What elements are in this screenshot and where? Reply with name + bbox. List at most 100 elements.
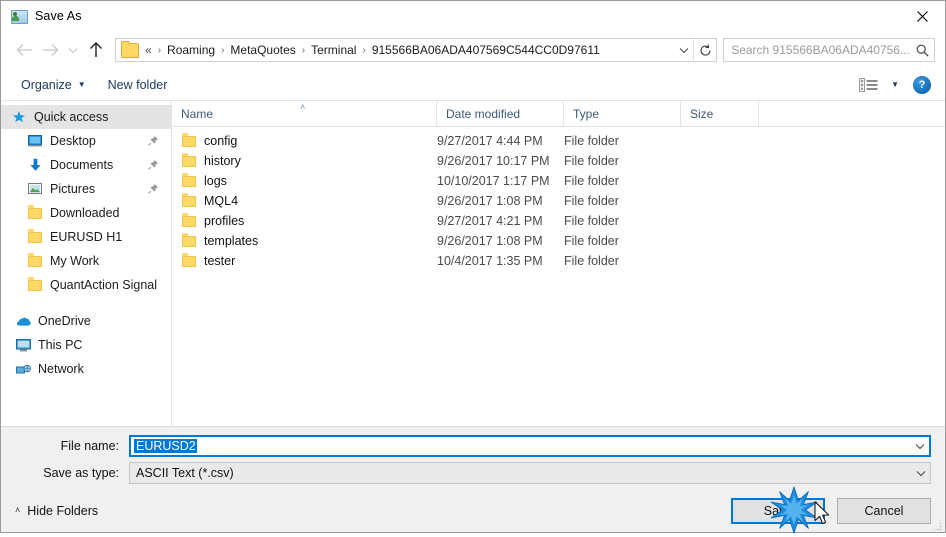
folder-icon	[182, 153, 196, 167]
address-chevron-down-icon[interactable]	[675, 39, 693, 61]
this-pc-icon	[15, 337, 31, 353]
sidebar-item-desktop[interactable]: Desktop	[1, 129, 171, 153]
forward-button[interactable]	[37, 37, 63, 63]
resize-grip-icon[interactable]	[932, 520, 942, 531]
file-name-cell: logs	[172, 173, 437, 188]
sidebar-item-my-work[interactable]: My Work	[1, 249, 171, 273]
column-header-label: Name	[181, 106, 214, 121]
title-bar: Save As	[1, 1, 945, 31]
sidebar-item-pictures[interactable]: Pictures	[1, 177, 171, 201]
folder-icon	[121, 40, 139, 58]
view-layout-icon[interactable]	[859, 77, 881, 93]
table-row[interactable]: tester 10/4/2017 1:35 PM File folder	[172, 251, 945, 271]
breadcrumb-prefix[interactable]: «	[145, 43, 154, 57]
file-name: logs	[204, 174, 227, 188]
new-folder-button[interactable]: New folder	[102, 75, 174, 95]
folder-icon	[27, 229, 43, 245]
folder-icon	[182, 173, 196, 187]
breadcrumb-item-terminal-id[interactable]: 915566BA06ADA407569C544CC0D97611	[370, 43, 602, 57]
file-name: templates	[204, 234, 259, 248]
search-input[interactable]: Search 915566BA06ADA40756...	[724, 43, 910, 57]
close-icon[interactable]	[899, 1, 945, 31]
file-name-input[interactable]: EURUSD2	[129, 435, 931, 457]
up-one-level-button[interactable]	[83, 37, 109, 63]
cancel-button[interactable]: Cancel	[837, 497, 931, 524]
save-as-folder-person-icon	[11, 8, 28, 24]
pictures-icon	[27, 181, 43, 197]
column-header-label: Date modified	[446, 106, 521, 121]
file-type-cell: File folder	[564, 174, 619, 188]
table-row[interactable]: logs 10/10/2017 1:17 PM File folder	[172, 171, 945, 191]
file-name-value[interactable]: EURUSD2	[131, 439, 911, 453]
documents-download-icon	[27, 157, 43, 173]
recent-locations-chevron-down-icon[interactable]	[63, 37, 83, 63]
column-header-date-modified[interactable]: Date modified	[437, 101, 564, 126]
refresh-icon[interactable]	[694, 39, 716, 61]
breadcrumb-item-roaming[interactable]: Roaming	[165, 43, 217, 57]
file-list-pane: Name ˄ Date modified Type Size config 9/…	[172, 101, 945, 426]
chevron-down-icon: ▼	[77, 79, 86, 89]
save-as-type-row: Save as type: ASCII Text (*.csv)	[15, 462, 931, 484]
breadcrumb-item-terminal[interactable]: Terminal	[309, 43, 358, 57]
sidebar-item-label: My Work	[50, 254, 100, 268]
search-icon	[910, 39, 934, 61]
save-as-type-value: ASCII Text (*.csv)	[136, 466, 234, 480]
sidebar-item-eurusd-h1[interactable]: EURUSD H1	[1, 225, 171, 249]
view-chevron-down-icon[interactable]: ▼	[891, 80, 899, 89]
hide-folders-button[interactable]: ˄ Hide Folders	[15, 504, 98, 518]
table-row[interactable]: history 9/26/2017 10:17 PM File folder	[172, 151, 945, 171]
sidebar-item-quantaction-signal[interactable]: QuantAction Signal	[1, 273, 171, 297]
folder-icon	[182, 133, 196, 147]
back-button[interactable]	[11, 37, 37, 63]
column-header-type[interactable]: Type	[564, 101, 681, 126]
sort-ascending-icon: ˄	[300, 102, 306, 112]
save-as-type-select[interactable]: ASCII Text (*.csv)	[129, 462, 931, 484]
pin-icon[interactable]	[148, 183, 159, 194]
file-date-cell: 9/26/2017 1:08 PM	[437, 234, 543, 248]
file-rows: config 9/27/2017 4:44 PM File folder his…	[172, 127, 945, 426]
new-folder-label: New folder	[107, 77, 168, 92]
file-name: config	[204, 134, 238, 148]
sidebar-item-downloaded[interactable]: Downloaded	[1, 201, 171, 225]
table-row[interactable]: config 9/27/2017 4:44 PM File folder	[172, 131, 945, 151]
file-date-cell: 9/26/2017 1:08 PM	[437, 194, 543, 208]
dialog-body: Quick access Desktop Documents Pictures …	[1, 101, 945, 426]
file-name: MQL4	[204, 194, 239, 208]
file-name-cell: MQL4	[172, 193, 437, 208]
sidebar-item-this-pc[interactable]: This PC	[1, 333, 171, 357]
table-row[interactable]: MQL4 9/26/2017 1:08 PM File folder	[172, 191, 945, 211]
navigation-pane: Quick access Desktop Documents Pictures …	[1, 101, 172, 426]
pin-icon[interactable]	[148, 159, 159, 170]
column-header-name[interactable]: Name ˄	[172, 101, 437, 126]
save-button[interactable]: Save	[731, 497, 825, 524]
file-name: profiles	[204, 214, 245, 228]
sidebar-item-onedrive[interactable]: OneDrive	[1, 309, 171, 333]
sidebar-item-label: EURUSD H1	[50, 230, 123, 244]
column-header-size[interactable]: Size	[681, 101, 759, 126]
sidebar-item-label: Network	[38, 362, 84, 376]
organize-button[interactable]: Organize ▼	[15, 75, 92, 95]
onedrive-cloud-icon	[15, 313, 31, 329]
file-type-cell: File folder	[564, 214, 619, 228]
sidebar-item-network[interactable]: Network	[1, 357, 171, 381]
table-row[interactable]: profiles 9/27/2017 4:21 PM File folder	[172, 211, 945, 231]
search-box[interactable]: Search 915566BA06ADA40756...	[723, 38, 935, 62]
sidebar-item-documents[interactable]: Documents	[1, 153, 171, 177]
file-type-cell: File folder	[564, 154, 619, 168]
table-row[interactable]: templates 9/26/2017 1:08 PM File folder	[172, 231, 945, 251]
file-date-cell: 10/4/2017 1:35 PM	[437, 254, 543, 268]
address-bar[interactable]: « › Roaming › MetaQuotes › Terminal › 91…	[115, 38, 718, 62]
breadcrumb-item-metaquotes[interactable]: MetaQuotes	[228, 43, 297, 57]
column-header-filler	[759, 101, 945, 126]
save-as-type-label: Save as type:	[43, 466, 119, 480]
file-name-chevron-down-icon[interactable]	[911, 436, 929, 456]
save-as-type-chevron-down-icon[interactable]	[912, 463, 930, 483]
sidebar-item-label: This PC	[38, 338, 83, 352]
file-name-cell: history	[172, 153, 437, 168]
sidebar-item-quick-access[interactable]: Quick access	[1, 105, 171, 129]
pin-icon[interactable]	[148, 135, 159, 146]
breadcrumb-separator: ›	[362, 44, 366, 56]
file-date-cell: 9/27/2017 4:44 PM	[437, 134, 543, 148]
help-icon[interactable]: ?	[913, 75, 931, 94]
file-name: history	[204, 154, 241, 168]
